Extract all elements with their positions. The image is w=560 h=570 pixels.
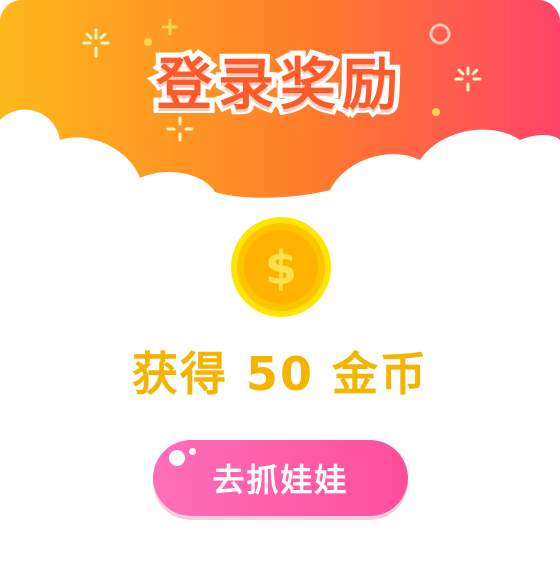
login-reward-dialog: 登录奖励 登录奖励 $ 获得 50 金币 去抓娃娃	[0, 0, 560, 570]
coin-symbol: $	[265, 241, 297, 295]
button-shine	[189, 448, 196, 455]
button-shine	[169, 450, 185, 466]
go-grab-doll-label: 去抓娃娃	[212, 461, 349, 499]
reward-text: 获得 50 金币	[131, 347, 429, 401]
header-banner: 登录奖励 登录奖励	[0, 0, 560, 240]
page-title: 登录奖励	[156, 53, 404, 118]
dollar-coin-icon: $	[230, 216, 332, 318]
go-grab-doll-button[interactable]: 去抓娃娃	[153, 440, 408, 516]
